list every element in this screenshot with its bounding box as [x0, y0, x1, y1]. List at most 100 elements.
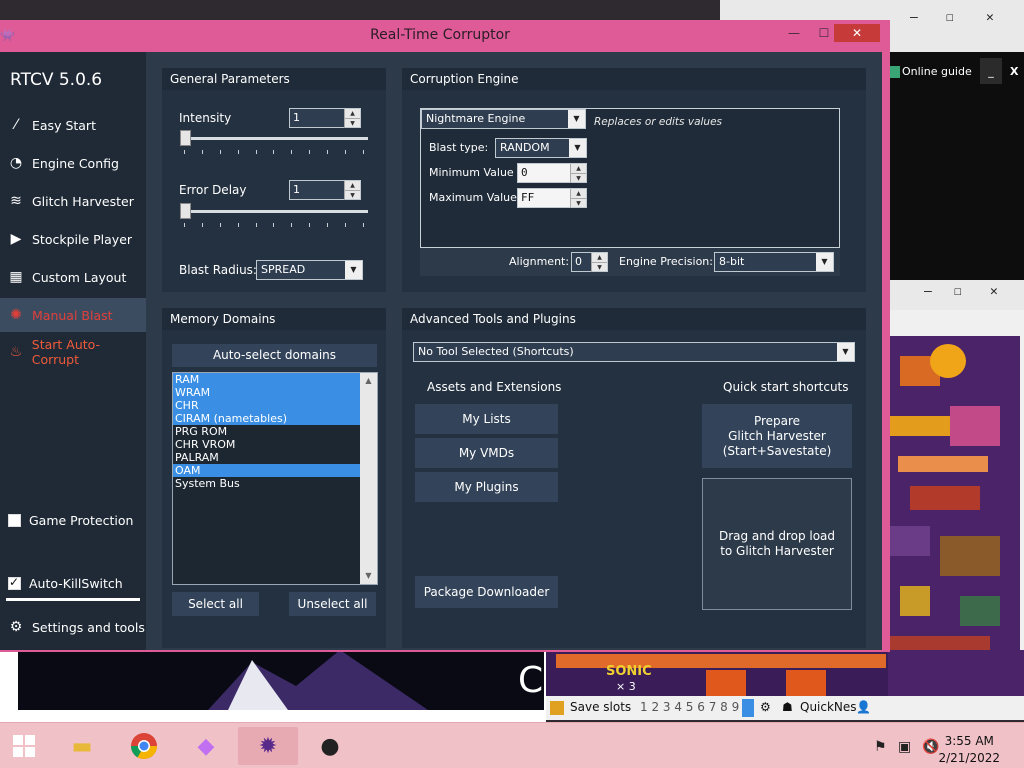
intensity-slider-thumb[interactable] — [180, 130, 191, 146]
start-button[interactable] — [0, 727, 48, 765]
memory-domain-list[interactable]: RAM WRAM CHR CIRAM (nametables) PRG ROM … — [172, 372, 378, 585]
tool-select[interactable]: No Tool Selected (Shortcuts) ▼ — [413, 342, 855, 362]
intensity-slider[interactable] — [180, 137, 368, 140]
unselect-all-button[interactable]: Unselect all — [289, 592, 376, 616]
auto-select-domains-button[interactable]: Auto-select domains — [172, 344, 377, 367]
list-item[interactable]: PALRAM — [173, 451, 360, 464]
game-screen-bottom-right — [888, 650, 1024, 696]
scroll-up-arrow[interactable]: ▲ — [360, 373, 377, 389]
min-up-arrow[interactable]: ▲ — [570, 164, 586, 174]
chevron-down-icon[interactable]: ▼ — [568, 110, 585, 128]
flag-icon[interactable]: ⚑ — [874, 739, 887, 755]
settings-icon[interactable]: ⚙ — [760, 700, 771, 714]
chevron-down-icon[interactable]: ▼ — [816, 253, 833, 271]
intensity-up-arrow[interactable]: ▲ — [344, 109, 360, 119]
bg-maximize-button[interactable]: ☐ — [946, 10, 954, 25]
package-downloader-button[interactable]: Package Downloader — [415, 576, 558, 608]
online-guide-close[interactable]: X — [1010, 64, 1018, 79]
list-item[interactable]: WRAM — [173, 386, 360, 399]
chevron-down-icon[interactable]: ▼ — [569, 139, 586, 157]
bg-minimize-button[interactable]: — — [910, 10, 918, 25]
engine-select[interactable]: Nightmare Engine ▼ — [421, 109, 586, 129]
error-delay-stepper[interactable]: 1 ▲ ▼ — [289, 180, 361, 200]
rtcv-taskbar-button[interactable]: ✹ — [238, 727, 298, 765]
error-delay-value[interactable]: 1 — [290, 181, 344, 199]
minimum-value[interactable]: 0 — [518, 164, 570, 182]
error-delay-slider[interactable] — [180, 210, 368, 213]
list-item[interactable]: PRG ROM — [173, 425, 360, 438]
gem-app-taskbar-button[interactable]: ◆ — [176, 727, 236, 765]
error-delay-down-arrow[interactable]: ▼ — [344, 191, 360, 200]
sidebar-item-glitch-harvester[interactable]: ≋ Glitch Harvester — [0, 184, 146, 218]
blast-type-select[interactable]: RANDOM ▼ — [495, 138, 587, 158]
max-down-arrow[interactable]: ▼ — [570, 199, 586, 208]
intensity-stepper[interactable]: 1 ▲ ▼ — [289, 108, 361, 128]
error-delay-slider-thumb[interactable] — [180, 203, 191, 219]
error-delay-up-arrow[interactable]: ▲ — [344, 181, 360, 191]
emu-maximize-button[interactable]: ☐ — [954, 284, 962, 299]
save-slot-numbers[interactable]: 1 2 3 4 5 6 7 8 9 — [640, 700, 739, 714]
panel-header: Memory Domains — [162, 308, 386, 330]
auto-killswitch-checkbox[interactable]: Auto-KillSwitch — [0, 566, 146, 600]
auto-killswitch-check[interactable] — [8, 575, 21, 590]
list-item[interactable]: RAM — [173, 373, 360, 386]
prepare-glitch-harvester-button[interactable]: Prepare Glitch Harvester (Start+Savestat… — [702, 404, 852, 468]
intensity-value[interactable]: 1 — [290, 109, 344, 127]
minimum-value-stepper[interactable]: 0 ▲ ▼ — [517, 163, 587, 183]
alignment-down-arrow[interactable]: ▼ — [591, 263, 607, 272]
system-clock[interactable]: 3:55 AM 2/21/2022 — [938, 733, 1000, 767]
emu-minimize-button[interactable]: — — [924, 284, 932, 299]
list-item[interactable]: OAM — [173, 464, 360, 477]
game-protection-checkbox[interactable]: Game Protection — [0, 503, 146, 537]
alignment-up-arrow[interactable]: ▲ — [591, 253, 607, 263]
volume-muted-icon[interactable]: 🔇 — [922, 739, 939, 755]
online-guide-minimize[interactable]: _ — [980, 58, 1002, 84]
list-item[interactable]: CHR VROM — [173, 438, 360, 451]
emu-close-button[interactable]: ✕ — [990, 284, 998, 299]
blast-type-label: Blast type: — [429, 141, 489, 154]
sidebar-item-easy-start[interactable]: ⁄ Easy Start — [0, 108, 146, 142]
sidebar-item-custom-layout[interactable]: ▦ Custom Layout — [0, 260, 146, 294]
alignment-value[interactable]: 0 — [572, 253, 591, 271]
list-item[interactable]: CHR — [173, 399, 360, 412]
my-lists-button[interactable]: My Lists — [415, 404, 558, 434]
glitch-harvester-dropzone[interactable]: Drag and drop load to Glitch Harvester — [702, 478, 852, 610]
rtcv-window: 👾 Real-Time Corruptor — ☐ ✕ RTCV 5.0.6 ⁄… — [0, 20, 890, 652]
sidebar-item-engine-config[interactable]: ◔ Engine Config — [0, 146, 146, 180]
sidebar-item-start-auto-corrupt[interactable]: ♨ Start Auto-Corrupt — [0, 335, 146, 369]
file-explorer-taskbar-button[interactable]: ▬ — [52, 727, 112, 765]
chevron-down-icon[interactable]: ▼ — [345, 261, 362, 279]
network-icon[interactable]: ▣ — [898, 739, 911, 755]
settings-and-tools-button[interactable]: ⚙ Settings and tools — [0, 610, 146, 644]
blast-radius-label: Blast Radius: — [179, 263, 257, 277]
save-slot-selected[interactable] — [742, 699, 754, 717]
maximum-value[interactable]: FF — [518, 189, 570, 207]
intensity-down-arrow[interactable]: ▼ — [344, 119, 360, 128]
my-plugins-button[interactable]: My Plugins — [415, 472, 558, 502]
max-up-arrow[interactable]: ▲ — [570, 189, 586, 199]
min-down-arrow[interactable]: ▼ — [570, 174, 586, 183]
minimize-button[interactable]: — — [780, 24, 808, 42]
engine-precision-select[interactable]: 8-bit ▼ — [714, 252, 834, 272]
list-item[interactable]: System Bus — [173, 477, 360, 490]
user-icon[interactable]: 👤 — [856, 700, 871, 714]
engine-description: Replaces or edits values — [594, 116, 723, 128]
list-scrollbar[interactable]: ▲ ▼ — [360, 373, 377, 584]
emulator-taskbar-button[interactable]: ● — [300, 727, 360, 765]
select-all-button[interactable]: Select all — [172, 592, 259, 616]
bg-close-button[interactable]: ✕ — [986, 10, 994, 25]
sidebar-item-stockpile-player[interactable]: ▶ Stockpile Player — [0, 222, 146, 256]
blast-radius-select[interactable]: SPREAD ▼ — [256, 260, 363, 280]
close-button[interactable]: ✕ — [834, 24, 880, 42]
alignment-stepper[interactable]: 0 ▲ ▼ — [571, 252, 608, 272]
list-item[interactable]: CIRAM (nametables) — [173, 412, 360, 425]
game-protection-check[interactable] — [8, 513, 21, 527]
chevron-down-icon[interactable]: ▼ — [837, 343, 854, 361]
sidebar-item-manual-blast[interactable]: ✺ Manual Blast — [0, 298, 146, 332]
chrome-taskbar-button[interactable] — [114, 727, 174, 765]
maximum-value-stepper[interactable]: FF ▲ ▼ — [517, 188, 587, 208]
online-guide-button[interactable]: Online guide — [902, 64, 972, 79]
my-vmds-button[interactable]: My VMDs — [415, 438, 558, 468]
scroll-down-arrow[interactable]: ▼ — [360, 568, 377, 584]
gem-icon: ◆ — [197, 733, 215, 759]
